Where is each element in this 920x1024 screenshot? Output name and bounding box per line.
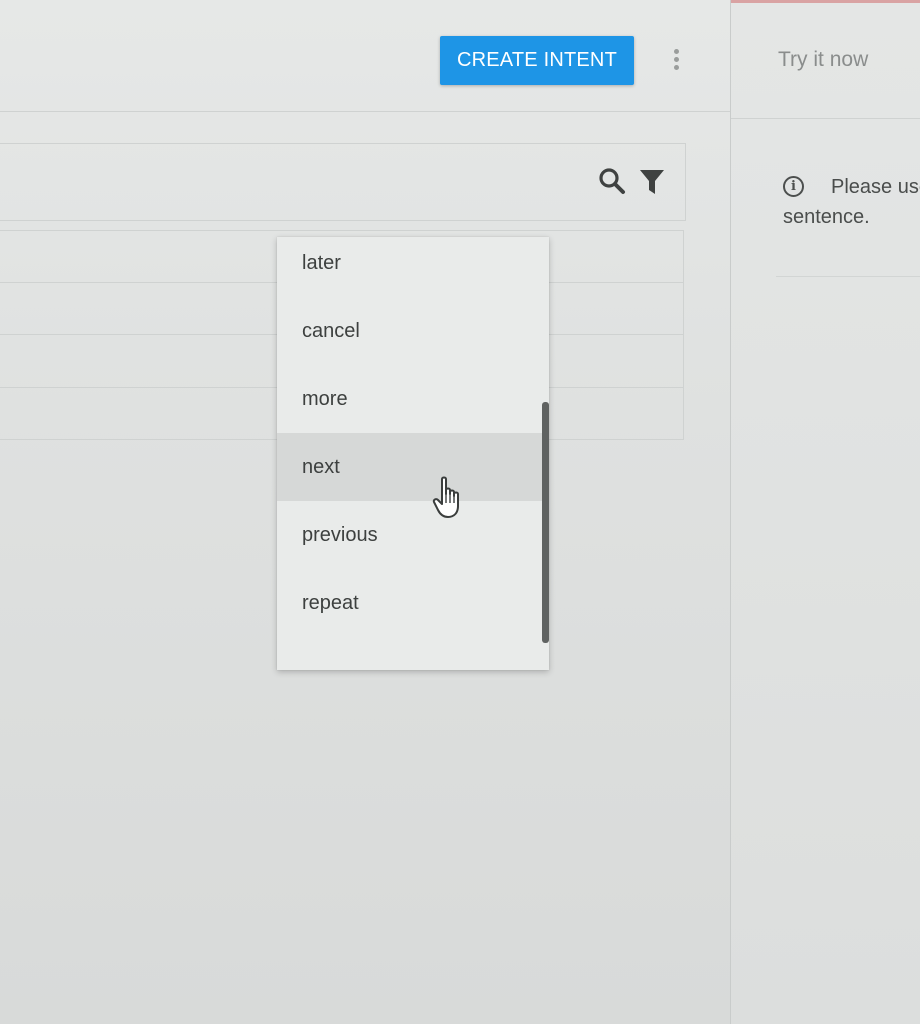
search-bar[interactable] <box>0 143 686 221</box>
panel-divider-2 <box>776 276 920 277</box>
dropdown-item-previous[interactable]: previous <box>277 501 543 569</box>
more-vertical-icon[interactable] <box>666 42 686 76</box>
info-text-line2: sentence. <box>783 206 870 228</box>
info-text-line1: Please use <box>831 176 920 198</box>
dropdown-item-more[interactable]: more <box>277 365 543 433</box>
dropdown-item-next[interactable]: next <box>277 433 543 501</box>
create-intent-button[interactable]: CREATE INTENT <box>440 36 634 85</box>
window-edge <box>731 0 920 3</box>
suggestion-dropdown[interactable]: later cancel more next previous repeat <box>277 237 549 670</box>
dropdown-item-cancel[interactable]: cancel <box>277 297 543 365</box>
try-it-now-panel: Try it now i Please use sentence. <box>730 0 920 1024</box>
dropdown-scrollbar[interactable] <box>542 402 549 643</box>
filter-icon[interactable] <box>638 168 666 196</box>
search-icon[interactable] <box>598 167 626 195</box>
try-it-now-label[interactable]: Try it now <box>778 48 868 72</box>
screen: CREATE INTENT Try it now i Please use se… <box>0 0 920 1024</box>
hand-cursor-icon <box>432 476 466 520</box>
header-bar: CREATE INTENT <box>0 0 730 112</box>
dropdown-item-repeat[interactable]: repeat <box>277 569 543 637</box>
info-icon: i <box>783 176 804 197</box>
dropdown-item-later[interactable]: later <box>277 237 543 297</box>
panel-divider <box>731 118 920 119</box>
